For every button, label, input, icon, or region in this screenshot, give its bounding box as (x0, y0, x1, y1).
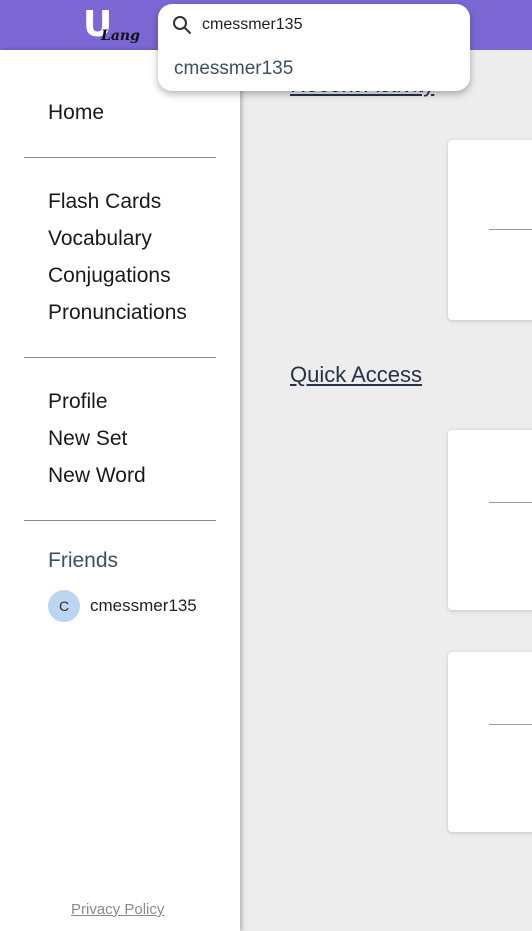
search-icon (173, 16, 191, 34)
sidebar-item-home[interactable]: Home (48, 101, 104, 125)
sidebar-item-pronunciations[interactable]: Pronunciations (48, 301, 187, 325)
privacy-policy-link[interactable]: Privacy Policy (71, 901, 164, 918)
quick-access-card[interactable] (448, 430, 532, 610)
card-divider (489, 502, 532, 503)
sidebar-divider (24, 520, 216, 521)
sidebar-divider (24, 357, 216, 358)
search-result-item[interactable]: cmessmer135 (174, 58, 293, 80)
sidebar-divider (24, 157, 216, 158)
quick-access-heading: Quick Access (290, 362, 423, 387)
avatar: C (48, 590, 80, 622)
sidebar-item-vocabulary[interactable]: Vocabulary (48, 227, 152, 251)
quick-access-card[interactable] (448, 652, 532, 832)
logo-wordmark: Lang (101, 28, 140, 44)
sidebar-item-profile[interactable]: Profile (48, 390, 108, 414)
friend-name: cmessmer135 (90, 596, 197, 615)
sidebar-item-conjugations[interactable]: Conjugations (48, 264, 171, 288)
friends-heading: Friends (48, 549, 119, 572)
sidebar-item-flash-cards[interactable]: Flash Cards (48, 190, 161, 214)
recent-activity-card[interactable] (448, 140, 532, 320)
sidebar: Home Flash Cards Vocabulary Conjugations… (0, 50, 240, 931)
sidebar-item-new-word[interactable]: New Word (48, 464, 146, 488)
app-logo[interactable]: U Lang (83, 4, 143, 46)
card-divider (489, 724, 532, 725)
main-content: Recent Activity Quick Access (240, 50, 532, 931)
sidebar-item-new-set[interactable]: New Set (48, 427, 127, 451)
friend-list-item[interactable]: C cmessmer135 (48, 590, 197, 622)
search-input[interactable] (202, 12, 452, 38)
card-divider (489, 229, 532, 230)
search-dropdown: cmessmer135 (158, 4, 470, 91)
